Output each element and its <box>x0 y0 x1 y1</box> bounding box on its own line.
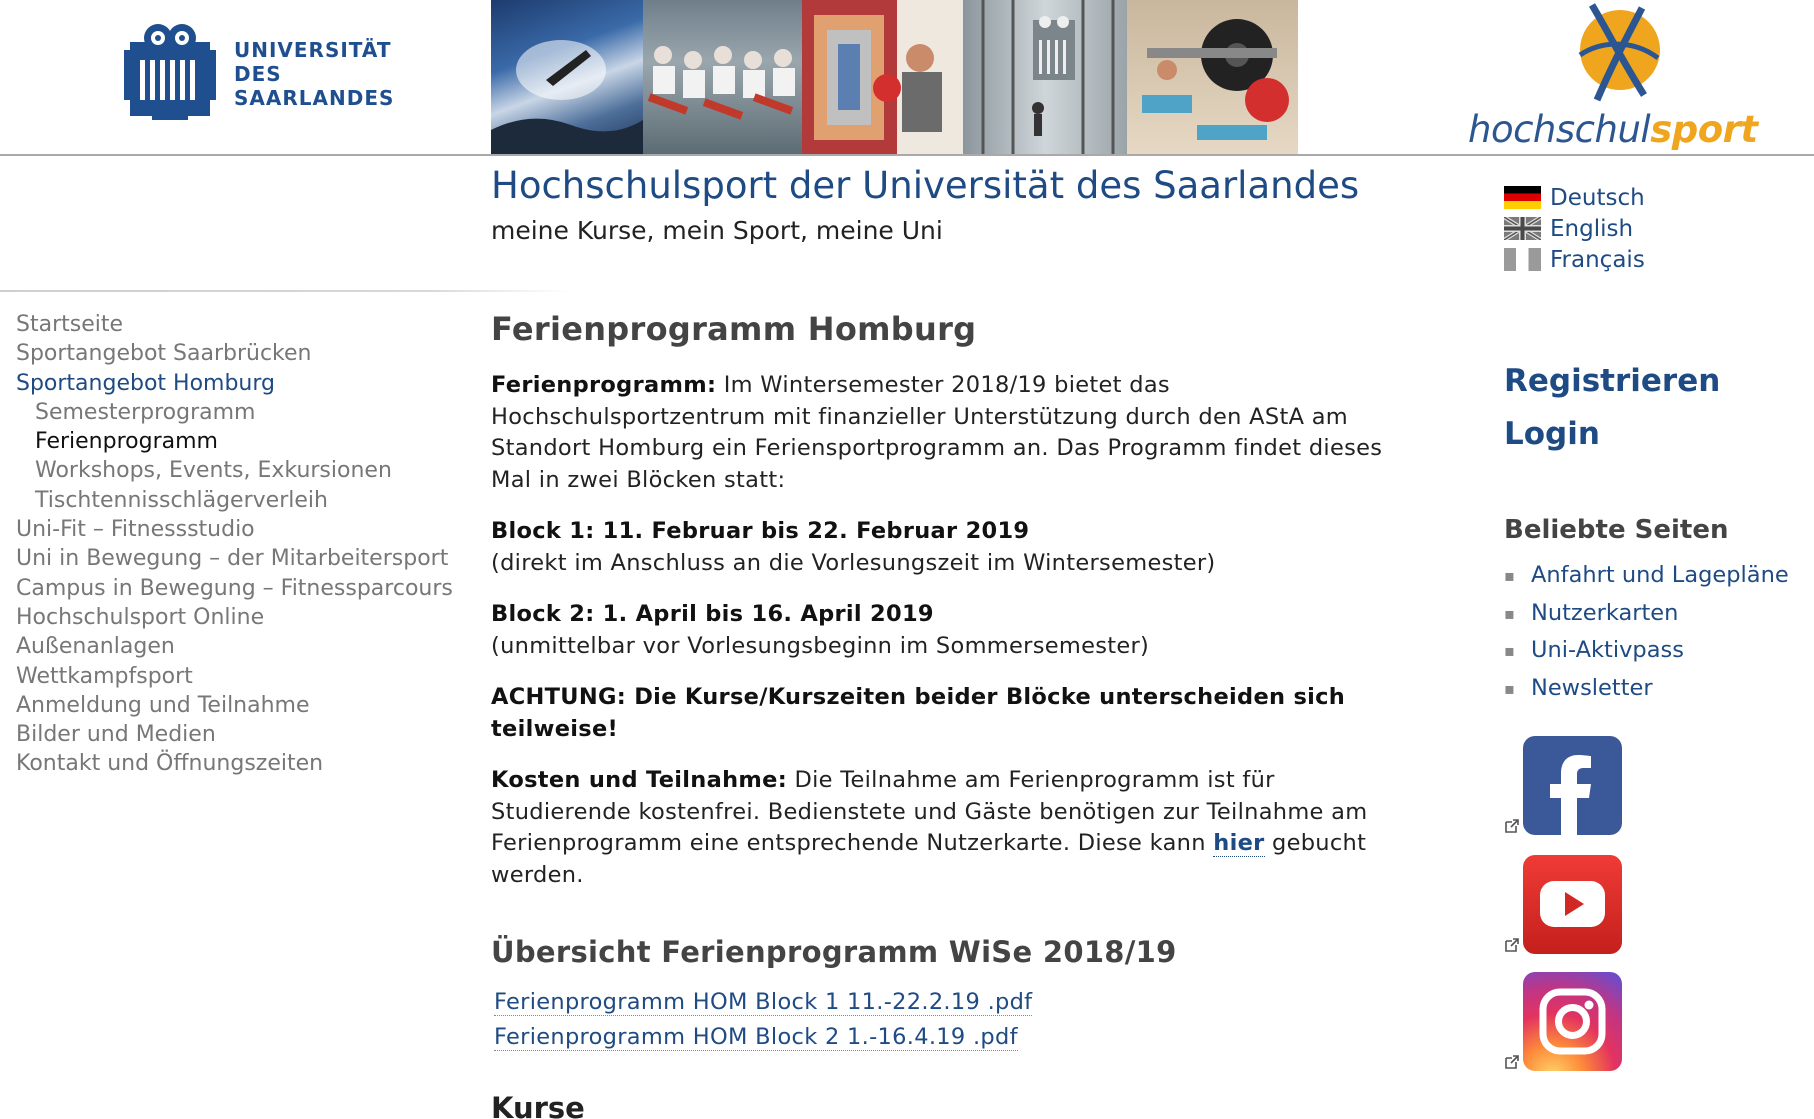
facebook-link[interactable] <box>1504 736 1644 836</box>
nav-item-campus-in-bewegung[interactable]: Campus in Bewegung – Fitnessparcours <box>16 574 496 603</box>
header-photo-banner <box>491 0 1298 154</box>
nav-item-aussenanlagen[interactable]: Außenanlagen <box>16 632 496 661</box>
banner-photo-boxing <box>802 0 963 154</box>
block1-note: (direkt im Anschluss an die Vorlesungsze… <box>491 549 1216 576</box>
nav-item-wettkampfsport[interactable]: Wettkampfsport <box>16 662 496 691</box>
warning-paragraph: ACHTUNG: Die Kurse/Kurszeiten beider Blö… <box>491 682 1391 745</box>
site-title: Hochschulsport der Universität des Saarl… <box>491 164 1360 207</box>
block2-paragraph: Block 2: 1. April bis 16. April 2019 (unm… <box>491 599 1391 662</box>
hochschulsport-wordmark: hochschulsport <box>1468 108 1758 151</box>
intro-label: Ferienprogramm: <box>491 372 717 398</box>
nav-item-hochschulsport-online[interactable]: Hochschulsport Online <box>16 603 496 632</box>
popular-link-nutzerkarten[interactable]: ▪ Nutzerkarten <box>1504 595 1814 633</box>
popular-pages-heading: Beliebte Seiten <box>1504 515 1729 545</box>
nav-item-anmeldung-und-teilnahme[interactable]: Anmeldung und Teilnahme <box>16 691 496 720</box>
university-wordmark-line3: SAARLANDES <box>234 86 395 110</box>
hochschulsport-emblem-icon <box>1578 3 1660 102</box>
language-label: Deutsch <box>1550 184 1645 211</box>
banner-photo-building-runner <box>963 0 1127 154</box>
register-link[interactable]: Registrieren <box>1504 355 1814 408</box>
popular-link-newsletter[interactable]: ▪ Newsletter <box>1504 670 1814 708</box>
language-label: Français <box>1550 246 1645 273</box>
main-navigation: Startseite Sportangebot Saarbrücken Spor… <box>16 310 496 779</box>
instagram-icon <box>1523 972 1622 1071</box>
popular-link-label: Newsletter <box>1531 674 1653 701</box>
site-subtitle: meine Kurse, mein Sport, meine Uni <box>491 216 943 245</box>
university-owl-icon <box>124 24 216 120</box>
university-logo[interactable]: UNIVERSITÄT DES SAARLANDES <box>124 20 393 125</box>
youtube-link[interactable] <box>1504 855 1644 955</box>
main-content: Ferienprogramm Homburg Ferienprogramm: I… <box>491 310 1391 1119</box>
language-switcher: Deutsch English Français <box>1504 182 1645 275</box>
external-link-icon <box>1505 1055 1519 1069</box>
warning-text: ACHTUNG: Die Kurse/Kurszeiten beider Blö… <box>491 684 1346 742</box>
language-option-francais[interactable]: Français <box>1504 244 1645 275</box>
costs-label: Kosten und Teilnahme: <box>491 767 787 793</box>
bullet-icon: ▪ <box>1504 678 1515 698</box>
popular-link-uni-aktivpass[interactable]: ▪ Uni-Aktivpass <box>1504 632 1814 670</box>
bullet-icon: ▪ <box>1504 641 1515 660</box>
instagram-link[interactable] <box>1504 972 1644 1072</box>
login-link[interactable]: Login <box>1504 408 1814 461</box>
page-header: UNIVERSITÄT DES SAARLANDES hochschulspor… <box>0 0 1814 156</box>
title-divider <box>0 290 570 292</box>
nav-item-bilder-und-medien[interactable]: Bilder und Medien <box>16 720 496 749</box>
bullet-icon: ▪ <box>1504 603 1515 623</box>
flag-uk-icon <box>1504 217 1541 240</box>
flag-fr-icon <box>1504 248 1541 271</box>
nav-item-kontakt[interactable]: Kontakt und Öffnungszeiten <box>16 749 496 778</box>
nav-item-sportangebot-homburg[interactable]: Sportangebot Homburg <box>16 369 496 398</box>
pdf-link-label: Ferienprogramm HOM Block 1 11.-22.2.19 .… <box>494 989 1033 1016</box>
pdf-link-block1[interactable]: Ferienprogramm HOM Block 1 11.-22.2.19 .… <box>491 985 1391 1020</box>
hochschulsport-wordmark-part2: sport <box>1650 108 1758 151</box>
hochschulsport-wordmark-part1: hochschul <box>1468 108 1651 151</box>
block2-title: Block 2: 1. April bis 16. April 2019 <box>491 601 934 627</box>
nav-subitem-ferienprogramm[interactable]: Ferienprogramm <box>16 427 496 456</box>
university-wordmark-line2: DES <box>234 62 282 86</box>
costs-paragraph: Kosten und Teilnahme: Die Teilnahme am F… <box>491 765 1391 891</box>
external-link-icon <box>1505 938 1519 952</box>
intro-paragraph: Ferienprogramm: Im Wintersemester 2018/1… <box>491 370 1391 496</box>
pdf-link-block2[interactable]: Ferienprogramm HOM Block 2 1.-16.4.19 .p… <box>491 1020 1391 1055</box>
language-label: English <box>1550 215 1634 242</box>
popular-link-label: Anfahrt und Lagepläne <box>1531 562 1789 588</box>
language-option-english[interactable]: English <box>1504 213 1645 244</box>
banner-photo-diver <box>491 0 643 154</box>
banner-photo-weights <box>1127 0 1298 154</box>
popular-link-label: Uni-Aktivpass <box>1531 637 1684 663</box>
facebook-icon <box>1523 736 1622 835</box>
banner-photo-rowing <box>643 0 802 154</box>
university-wordmark: UNIVERSITÄT DES SAARLANDES <box>234 38 394 110</box>
pdf-link-label: Ferienprogramm HOM Block 2 1.-16.4.19 .p… <box>494 1024 1018 1051</box>
popular-pages-list: ▪ Anfahrt und Lagepläne ▪ Nutzerkarten ▪ Un… <box>1504 557 1814 707</box>
nav-item-startseite[interactable]: Startseite <box>16 310 496 339</box>
nutzerkarte-booking-link[interactable]: hier <box>1213 830 1265 857</box>
nav-item-uni-fit[interactable]: Uni-Fit – Fitnessstudio <box>16 515 496 544</box>
university-wordmark-line1: UNIVERSITÄT <box>234 38 392 62</box>
popular-link-anfahrt[interactable]: ▪ Anfahrt und Lagepläne <box>1504 557 1814 595</box>
nav-subitem-tischtennisschlaegerverleih[interactable]: Tischtennisschlägerverleih <box>16 486 496 515</box>
bullet-icon: ▪ <box>1504 566 1515 585</box>
hochschulsport-logo[interactable]: hochschulsport <box>1462 0 1758 154</box>
nav-subitem-semesterprogramm[interactable]: Semesterprogramm <box>16 398 496 427</box>
courses-heading: Kurse <box>491 1091 585 1119</box>
nav-item-sportangebot-saarbruecken[interactable]: Sportangebot Saarbrücken <box>16 339 496 368</box>
right-sidebar: Registrieren Login Beliebte Seiten ▪ Anfa… <box>1504 355 1814 707</box>
overview-heading: Übersicht Ferienprogramm WiSe 2018/19 <box>491 935 1177 969</box>
header-divider <box>0 154 1814 156</box>
block1-title: Block 1: 11. Februar bis 22. Februar 201… <box>491 518 1030 544</box>
nav-item-uni-in-bewegung[interactable]: Uni in Bewegung – der Mitarbeitersport <box>16 544 496 573</box>
external-link-icon <box>1505 819 1519 833</box>
youtube-icon <box>1523 855 1622 954</box>
flag-de-icon <box>1504 186 1541 209</box>
nav-subitem-workshops[interactable]: Workshops, Events, Exkursionen <box>16 456 496 485</box>
page-title: Ferienprogramm Homburg <box>491 310 977 348</box>
block2-note: (unmittelbar vor Vorlesungsbeginn im Som… <box>491 632 1150 659</box>
language-option-deutsch[interactable]: Deutsch <box>1504 182 1645 213</box>
popular-link-label: Nutzerkarten <box>1531 599 1679 626</box>
block1-paragraph: Block 1: 11. Februar bis 22. Februar 201… <box>491 516 1391 579</box>
